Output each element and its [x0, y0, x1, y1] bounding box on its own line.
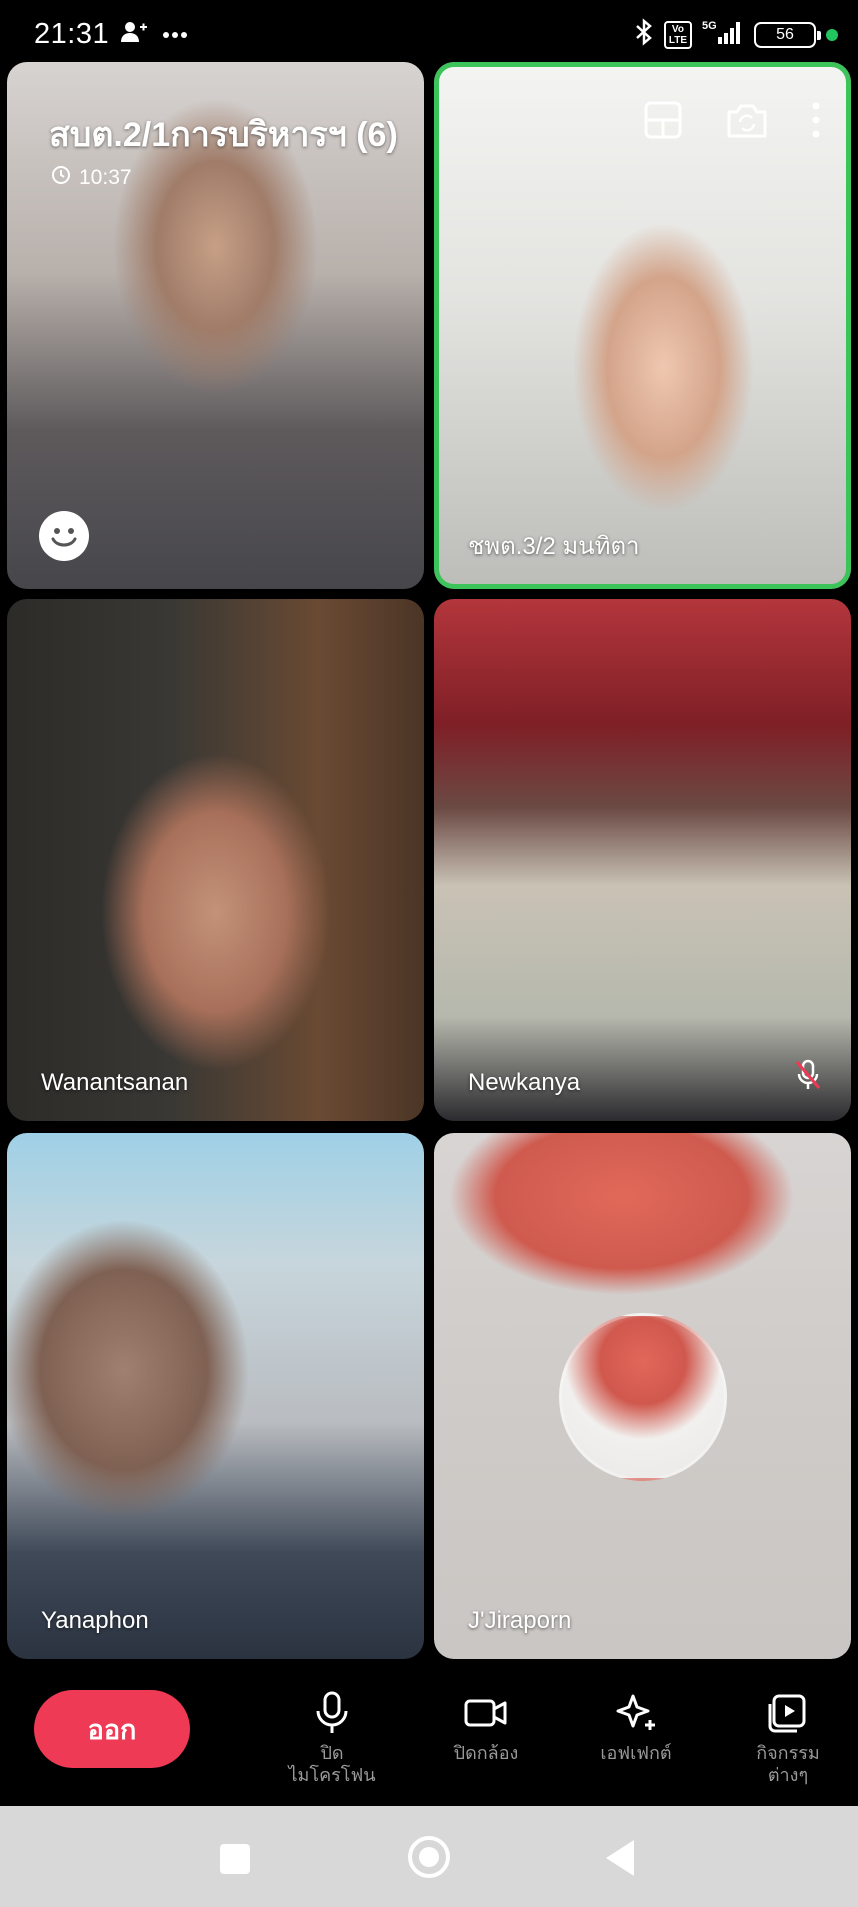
switch-camera-icon[interactable]: [725, 100, 769, 145]
participant-name: ชพต.3/2 มนทิตา: [468, 533, 640, 560]
call-duration: 10:37: [79, 166, 132, 189]
recording-dot: [826, 28, 838, 41]
microphone-icon: [316, 1691, 348, 1733]
smiley-icon: [51, 528, 77, 547]
recents-button[interactable]: [220, 1844, 250, 1874]
status-time: 21:31: [34, 18, 110, 50]
layout-icon[interactable]: [643, 100, 683, 145]
activities-icon: [768, 1694, 806, 1733]
status-bar: 21:31 Vo LTE 5G 56: [0, 0, 858, 62]
leave-call-button[interactable]: ออก: [34, 1690, 190, 1768]
home-button[interactable]: [408, 1836, 450, 1878]
avatar: [559, 1313, 727, 1481]
activities-button[interactable]: กิจกรรม ต่างๆ: [738, 1690, 838, 1786]
mic-muted-icon: [793, 1058, 823, 1097]
volte-badge: Vo LTE: [663, 20, 692, 49]
more-notifications-icon: [162, 26, 188, 44]
participant-tile[interactable]: Wanantsanan: [7, 599, 424, 1121]
video-camera-icon: [464, 1699, 507, 1727]
back-button[interactable]: [606, 1840, 634, 1876]
call-timer: 10:37: [51, 165, 132, 191]
camera-toggle-button[interactable]: ปิดกล้อง: [436, 1690, 536, 1764]
participant-name: Wanantsanan: [41, 1069, 189, 1096]
call-control-bar: ออก ปิด ไมโครโฟน ปิดกล้อง เอฟเฟกต์ กิจกร…: [0, 1662, 858, 1806]
system-navigation-bar: [0, 1806, 858, 1907]
sparkle-icon: [616, 1694, 655, 1730]
participant-tile[interactable]: J'Jiraporn: [434, 1133, 851, 1659]
effects-button[interactable]: เอฟเฟกต์: [586, 1690, 686, 1764]
call-title: สบต.2/1การบริหารฯ (6): [49, 116, 398, 154]
svg-text:5G: 5G: [702, 20, 717, 32]
participant-tile[interactable]: Newkanya: [434, 599, 851, 1121]
participant-tile[interactable]: Yanaphon: [7, 1133, 424, 1659]
microphone-toggle-button[interactable]: ปิด ไมโครโฟน: [282, 1690, 382, 1786]
participant-name: J'Jiraporn: [468, 1607, 572, 1634]
more-options-icon[interactable]: [811, 100, 821, 145]
person-add-icon: [120, 20, 148, 49]
reaction-button[interactable]: [39, 511, 89, 561]
participant-name: Newkanya: [468, 1069, 581, 1096]
battery-indicator: 56: [754, 21, 821, 48]
participant-tile-host[interactable]: สบต.2/1การบริหารฯ (6) 10:37: [7, 62, 424, 589]
clock-icon: [51, 165, 71, 191]
participant-tile-self[interactable]: ชพต.3/2 มนทิตา: [434, 62, 851, 589]
bluetooth-icon: [634, 18, 654, 51]
signal-icon: 5G: [702, 19, 744, 50]
participant-name: Yanaphon: [41, 1607, 149, 1634]
